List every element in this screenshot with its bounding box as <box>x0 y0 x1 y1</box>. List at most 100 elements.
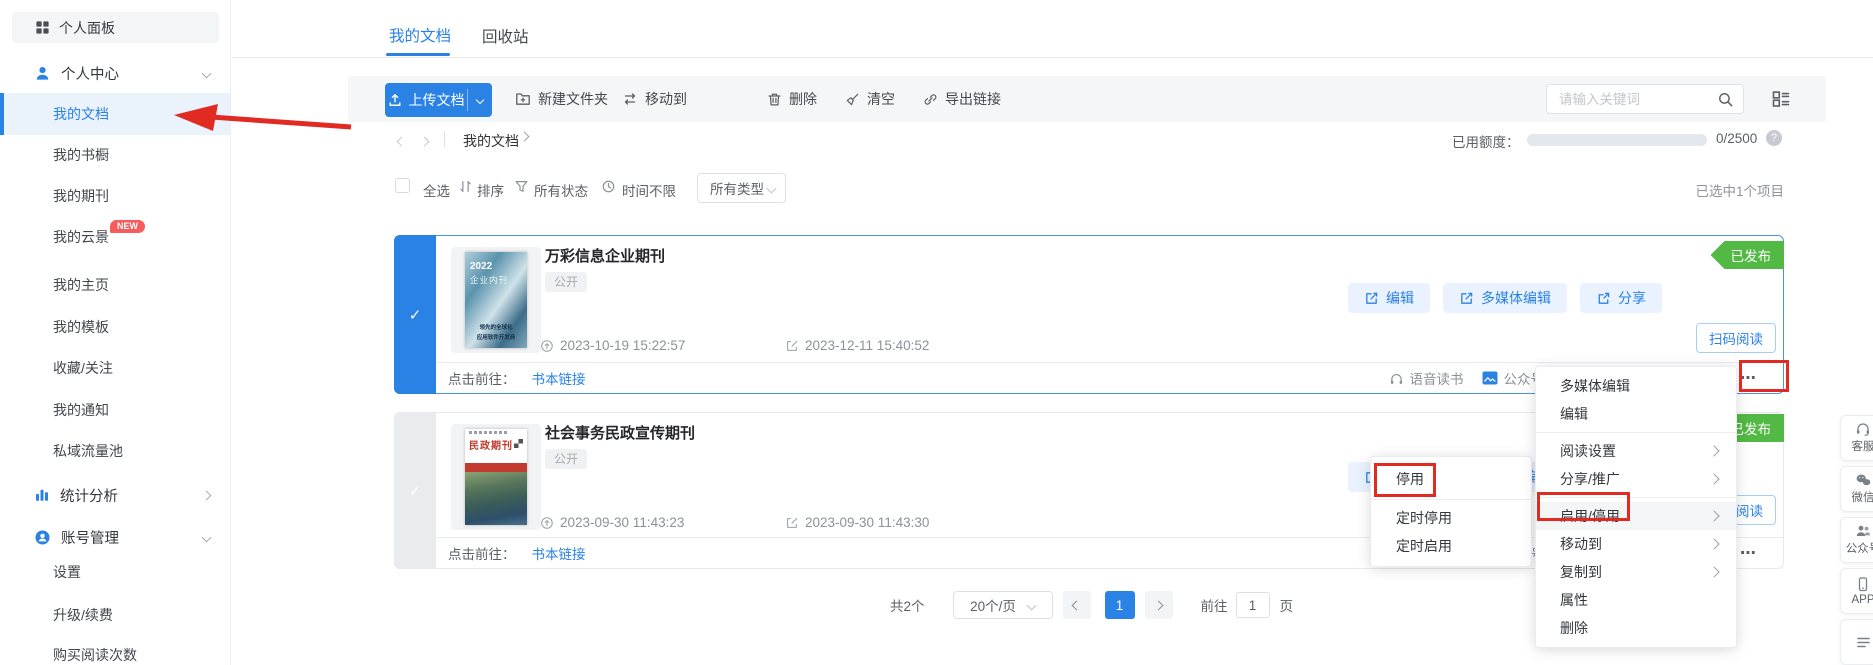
tab-recycle-bin[interactable]: 回收站 <box>482 25 529 47</box>
view-mode-toggle-icon[interactable] <box>1771 89 1791 109</box>
sort-icon[interactable] <box>458 179 473 194</box>
sidebar-item-my-homepage[interactable]: 我的主页 <box>0 264 230 306</box>
float-item-wechat[interactable]: 微信 <box>1840 466 1873 512</box>
folder-plus-icon <box>515 91 531 107</box>
float-item-customer-service[interactable]: 客服 <box>1840 415 1873 461</box>
submenu-item-scheduled-enable[interactable]: 定时启用 <box>1371 532 1531 560</box>
tab-label: 回收站 <box>482 29 529 46</box>
upload-document-button[interactable]: 上传文档 <box>385 83 492 117</box>
sidebar-item-my-templates[interactable]: 我的模板 <box>0 306 230 348</box>
visibility-badge: 公开 <box>545 449 587 469</box>
clear-button[interactable]: 清空 <box>845 76 895 122</box>
sidebar-item-settings[interactable]: 设置 <box>0 551 230 593</box>
cover-year: 2022 <box>470 261 492 272</box>
current-page-button[interactable]: 1 <box>1105 591 1135 619</box>
chevron-right-icon <box>1708 510 1719 521</box>
menu-divider <box>1536 432 1736 433</box>
chevron-right-icon <box>1708 473 1719 484</box>
nav-forward-icon[interactable] <box>421 132 428 148</box>
menu-item-edit[interactable]: 编辑 <box>1536 400 1736 428</box>
sort-label[interactable]: 排序 <box>477 180 504 200</box>
document-manager-app: 个人面板 个人中心 我的文档 我的书橱 我的期刊 我的云景 NEW 我的主页 我… <box>0 0 1873 665</box>
menu-item-share-promote[interactable]: 分享/推广 <box>1536 465 1736 493</box>
search-icon[interactable] <box>1717 91 1734 108</box>
sidebar-item-buy-reads[interactable]: 购买阅读次数 <box>0 634 230 665</box>
sidebar-item-dashboard[interactable]: 个人面板 <box>12 12 219 43</box>
help-icon[interactable]: ? <box>1766 130 1782 146</box>
tab-my-documents[interactable]: 我的文档 <box>389 24 451 46</box>
more-actions-button[interactable]: ⋯ <box>1740 368 1757 388</box>
next-page-button[interactable] <box>1145 591 1173 619</box>
float-item-app[interactable]: APP <box>1840 568 1873 614</box>
menu-item-move-to[interactable]: 移动到 <box>1536 530 1736 558</box>
book-link[interactable]: 书本链接 <box>532 543 586 563</box>
menu-item-copy-to[interactable]: 复制到 <box>1536 558 1736 586</box>
link-icon <box>923 92 938 107</box>
sidebar-item-private-traffic[interactable]: 私域流量池 <box>0 430 230 472</box>
document-thumbnail[interactable]: 2022 企业内刊 领先的全球化应用软件开发商 <box>451 247 541 353</box>
menu-item-label: 属性 <box>1560 590 1588 610</box>
type-filter-dropdown[interactable]: 所有类型 <box>697 173 786 203</box>
select-all-label[interactable]: 全选 <box>423 180 450 200</box>
chevron-down-icon <box>202 68 212 78</box>
sidebar-item-my-bookshelf[interactable]: 我的书橱 <box>0 134 230 176</box>
qr-read-button[interactable]: 扫码阅读 <box>1696 323 1776 353</box>
share-button[interactable]: 分享 <box>1580 283 1662 313</box>
sidebar-item-favorites[interactable]: 收藏/关注 <box>0 347 230 389</box>
card-select-checkbox[interactable]: ✓ <box>394 412 436 569</box>
menu-item-properties[interactable]: 属性 <box>1536 586 1736 614</box>
status-filter-label[interactable]: 所有状态 <box>534 180 588 200</box>
breadcrumb[interactable]: 我的文档 <box>463 131 519 151</box>
user-icon <box>34 65 51 82</box>
search-input[interactable] <box>1547 85 1743 113</box>
filter-funnel-icon[interactable] <box>514 179 529 194</box>
select-all-checkbox[interactable] <box>395 178 410 193</box>
per-page-dropdown[interactable]: 20个/页 <box>953 591 1053 619</box>
prev-page-button[interactable] <box>1063 591 1091 619</box>
clock-icon[interactable] <box>601 179 616 194</box>
submenu-item-scheduled-disable[interactable]: 定时停用 <box>1371 504 1531 532</box>
card-select-checkbox[interactable]: ✓ <box>394 235 436 394</box>
tab-label: 我的文档 <box>389 28 451 45</box>
float-item-official-account[interactable]: 公众号 <box>1840 517 1873 563</box>
time-filter-label[interactable]: 时间不限 <box>622 180 676 200</box>
move-to-button[interactable]: 移动到 <box>622 76 687 122</box>
multimedia-edit-button[interactable]: 多媒体编辑 <box>1443 283 1567 313</box>
sidebar-item-notifications[interactable]: 我的通知 <box>0 389 230 431</box>
voice-reading-link[interactable]: 语音读书 <box>1389 368 1464 388</box>
menu-item-enable-disable[interactable]: 启用/停用 <box>1536 502 1736 530</box>
button-label: 分享 <box>1618 288 1646 308</box>
sidebar-group-personal-center[interactable]: 个人中心 <box>0 58 230 88</box>
nav-back-icon[interactable] <box>398 132 405 148</box>
sidebar-item-upgrade[interactable]: 升级/续费 <box>0 594 230 636</box>
float-item-label: APP <box>1851 594 1873 606</box>
sidebar-item-my-journal[interactable]: 我的期刊 <box>0 175 230 217</box>
export-link-button[interactable]: 导出链接 <box>923 76 1001 122</box>
menu-item-multimedia-edit[interactable]: 多媒体编辑 <box>1536 372 1736 400</box>
updated-date-text: 2023-09-30 11:43:30 <box>805 515 929 530</box>
sidebar-group-account[interactable]: 账号管理 <box>0 522 230 552</box>
document-title[interactable]: 社会事务民政宣传期刊 <box>545 422 695 443</box>
submenu-item-disable[interactable]: 停用 <box>1371 463 1531 495</box>
new-folder-button[interactable]: 新建文件夹 <box>515 76 608 122</box>
link-label: 语音读书 <box>1410 368 1464 388</box>
menu-item-delete[interactable]: 删除 <box>1536 614 1736 642</box>
book-link[interactable]: 书本链接 <box>532 368 586 388</box>
more-actions-button[interactable]: ⋯ <box>1740 543 1757 563</box>
upload-dropdown-toggle[interactable] <box>468 97 492 103</box>
chevron-down-icon <box>1026 600 1036 610</box>
document-title[interactable]: 万彩信息企业期刊 <box>545 245 665 266</box>
edit-button[interactable]: 编辑 <box>1348 283 1430 313</box>
sidebar-group-label: 个人中心 <box>61 63 119 84</box>
sidebar-group-statistics[interactable]: 统计分析 <box>0 480 230 510</box>
sidebar-item-label: 我的模板 <box>53 319 109 335</box>
button-label: 多媒体编辑 <box>1481 288 1551 308</box>
goto-page-input[interactable] <box>1236 592 1270 618</box>
document-thumbnail[interactable]: 民政期刊 <box>451 424 541 530</box>
selected-count-info: 已选中1个项目 <box>1634 180 1784 200</box>
delete-button[interactable]: 删除 <box>767 76 817 122</box>
float-item-partial[interactable] <box>1840 619 1873 665</box>
menu-divider <box>1371 499 1531 500</box>
menu-item-reading-settings[interactable]: 阅读设置 <box>1536 437 1736 465</box>
sidebar-item-my-documents[interactable]: 我的文档 <box>0 93 230 135</box>
